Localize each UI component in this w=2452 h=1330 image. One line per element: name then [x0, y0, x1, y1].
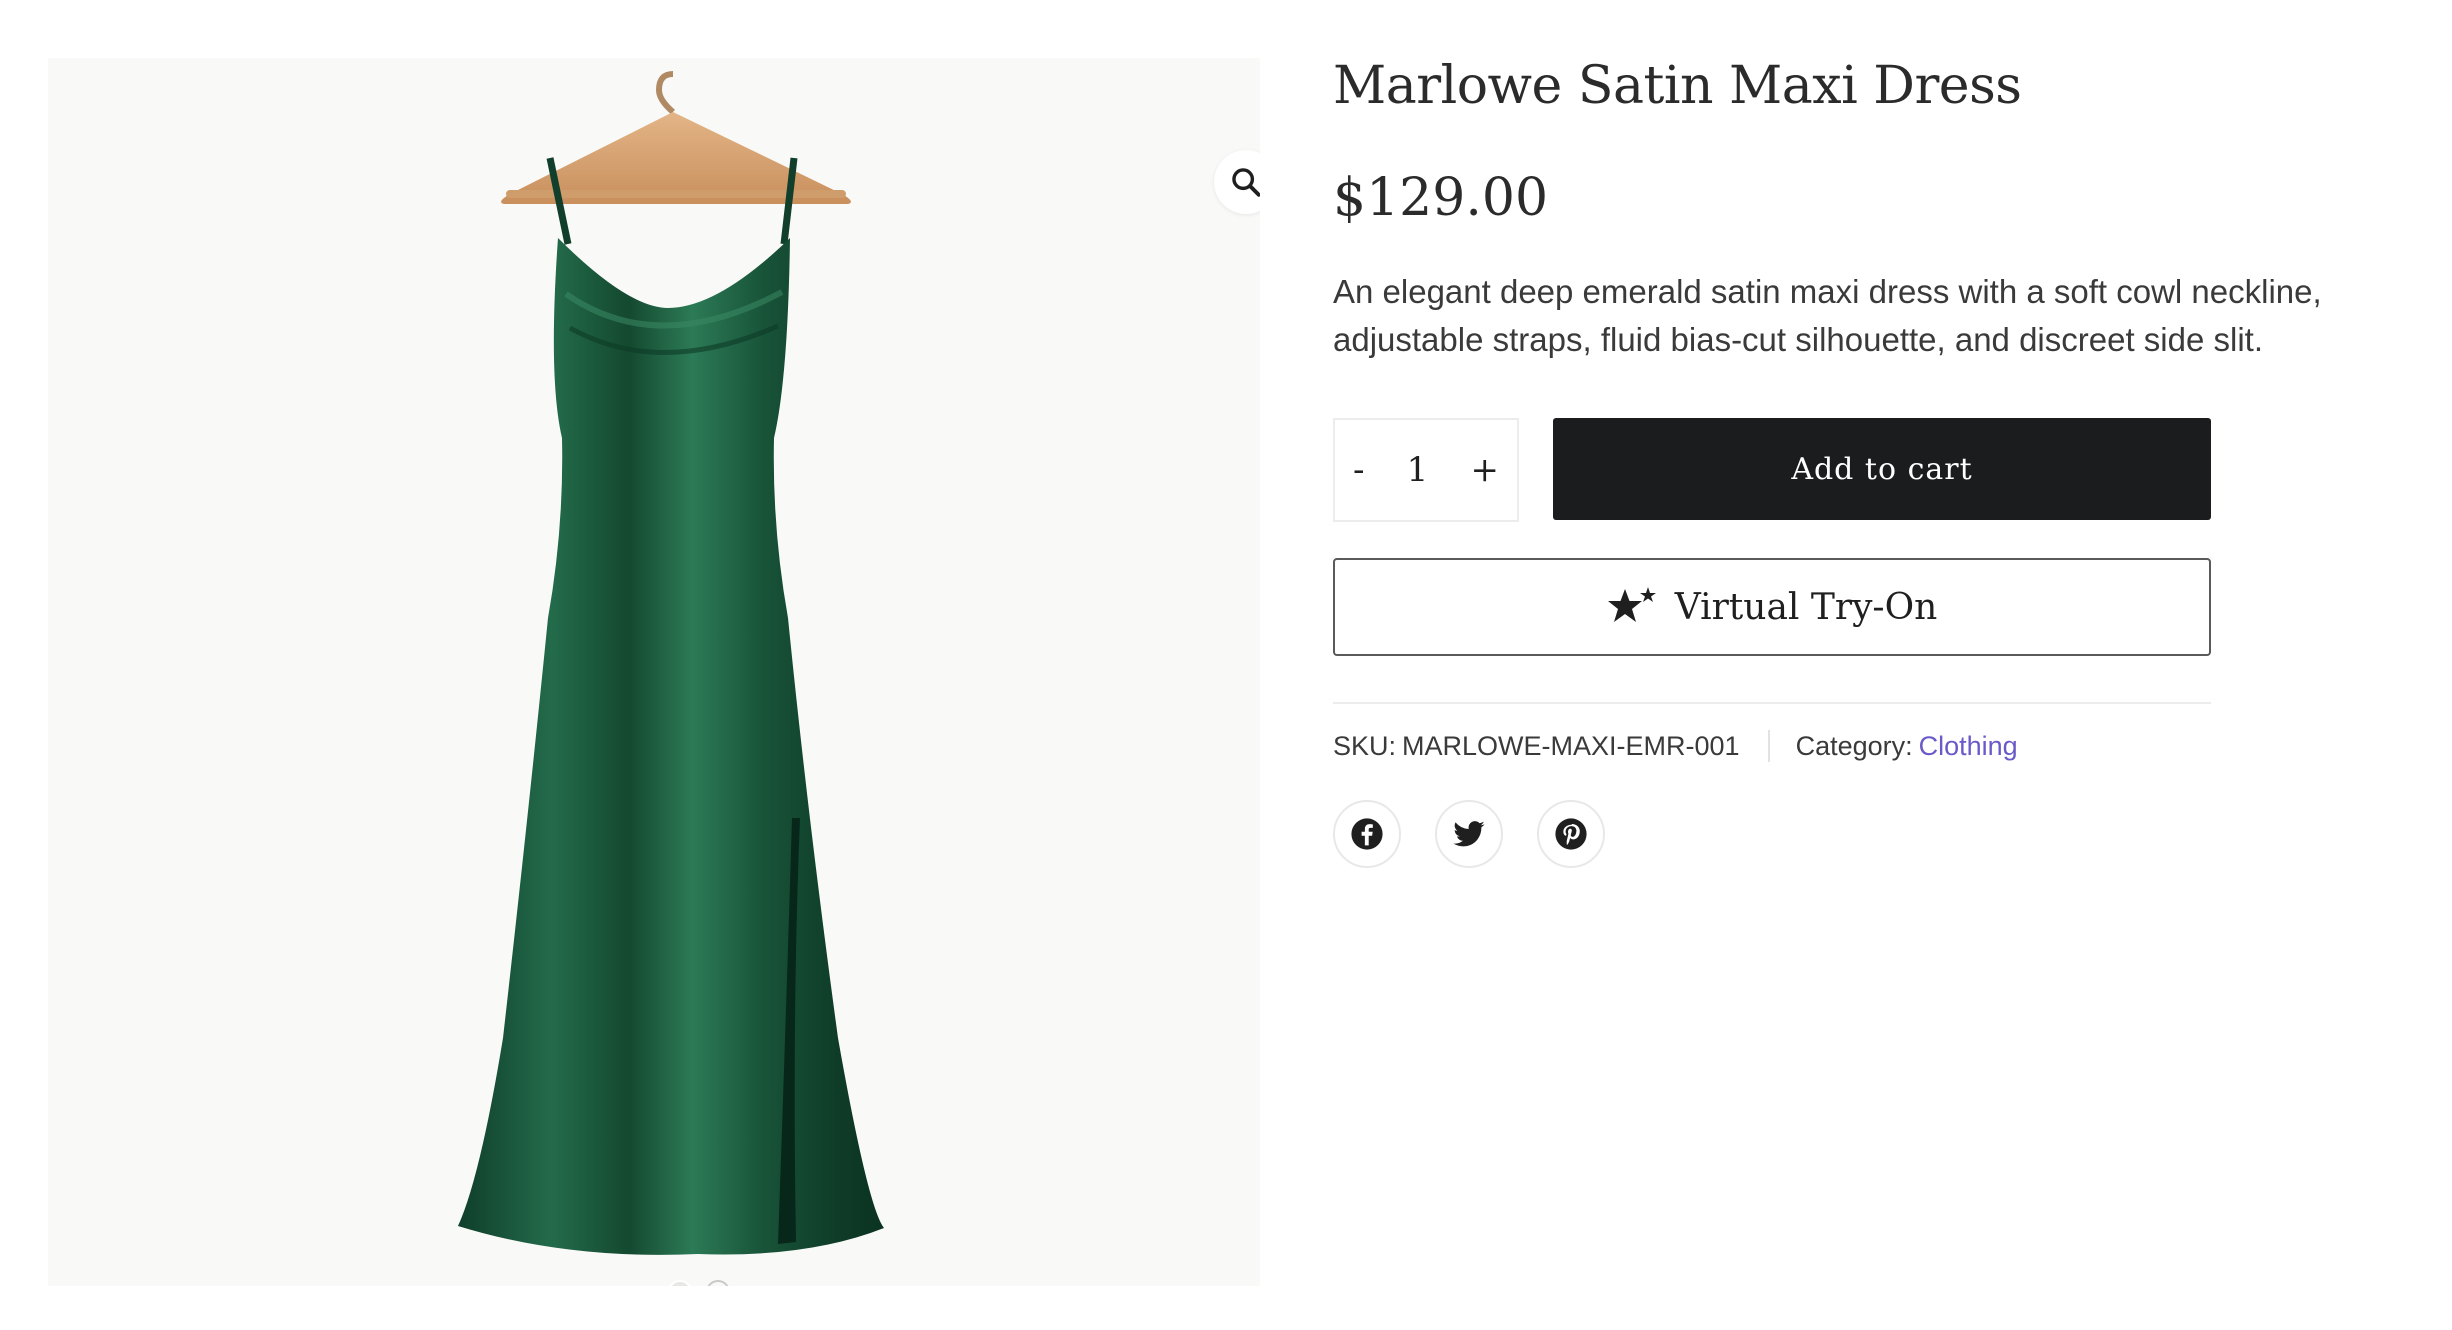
gallery-dot-1[interactable] — [668, 1280, 692, 1286]
magnifier-icon — [1232, 168, 1260, 197]
product-price: $129.00 — [1333, 168, 1549, 228]
share-facebook-button[interactable] — [1333, 800, 1401, 868]
product-description: An elegant deep emerald satin maxi dress… — [1333, 273, 2322, 358]
virtual-tryon-label: Virtual Try-On — [1674, 586, 1938, 628]
quantity-increase-button[interactable]: + — [1470, 450, 1499, 490]
twitter-icon — [1453, 821, 1485, 847]
category-label: Category: — [1795, 730, 1913, 761]
add-to-cart-button[interactable]: Add to cart — [1553, 418, 2211, 520]
gallery-dots — [668, 1280, 730, 1286]
category-link[interactable]: Clothing — [1919, 731, 2018, 762]
share-pinterest-button[interactable] — [1537, 800, 1605, 868]
meta-separator — [1767, 730, 1770, 762]
product-image — [458, 71, 884, 1255]
quantity-decrease-button[interactable]: - — [1353, 450, 1365, 490]
facebook-icon — [1351, 818, 1383, 850]
share-twitter-button[interactable] — [1435, 800, 1503, 868]
quantity-input[interactable]: 1 — [1407, 450, 1429, 490]
product-gallery — [48, 58, 1260, 1286]
product-meta: SKU: MARLOWE-MAXI-EMR-001 Category: Clot… — [1333, 730, 2018, 762]
pinterest-icon — [1555, 818, 1587, 850]
product-title: Marlowe Satin Maxi Dress — [1333, 56, 2022, 116]
sku-value: MARLOWE-MAXI-EMR-001 — [1402, 730, 1740, 761]
quantity-stepper: - 1 + — [1333, 418, 1519, 522]
divider — [1333, 702, 2211, 704]
gallery-dot-2[interactable] — [706, 1280, 730, 1286]
virtual-tryon-button[interactable]: Virtual Try-On — [1333, 558, 2211, 656]
share-buttons — [1333, 800, 1605, 868]
sku-label: SKU: — [1333, 730, 1397, 761]
sparkle-star-icon — [1607, 587, 1656, 622]
